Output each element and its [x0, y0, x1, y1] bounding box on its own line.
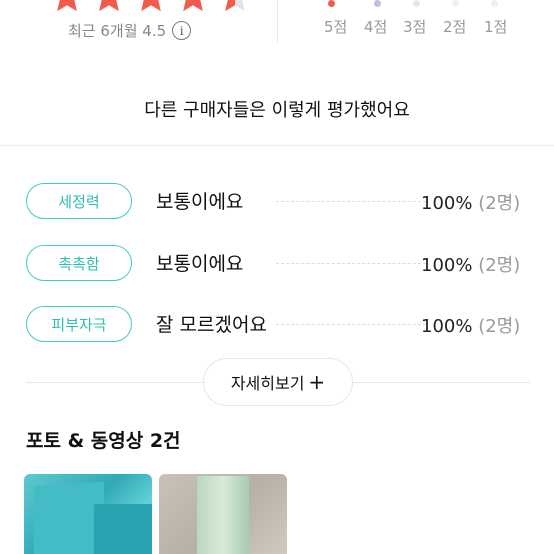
count: (2명): [478, 255, 521, 276]
count: (2명): [478, 193, 521, 214]
dot-3: [413, 0, 420, 7]
recent-rating-label: 최근 6개월 4.5: [68, 22, 167, 40]
dist-label-3: 3점: [403, 18, 427, 36]
dot-4: [374, 0, 381, 7]
percent-value: 100% (2명): [421, 312, 520, 338]
star-icon: [99, 0, 119, 12]
dist-label-2: 2점: [443, 18, 467, 36]
view-details-label: 자세히보기: [230, 374, 305, 393]
tag-moisture: 촉촉함: [26, 245, 132, 281]
section-divider: [0, 145, 554, 146]
view-details-button[interactable]: 자세히보기 +: [203, 358, 353, 406]
answer-text: 보통이에요: [156, 253, 244, 275]
percent-value: 100% (2명): [421, 189, 520, 215]
photo-section-title: 포토 & 동영상 2건: [26, 430, 181, 452]
answer-text: 잘 모르겠어요: [156, 314, 267, 336]
dashed-line: [276, 324, 426, 325]
photo-thumbnail[interactable]: [159, 474, 287, 554]
rating-distribution: 5점 4점 3점 2점 1점: [318, 0, 518, 42]
count: (2명): [478, 316, 521, 337]
recent-rating: 최근 6개월 4.5 i: [68, 20, 192, 41]
evaluation-row: 세정력 보통이에요 100% (2명): [26, 181, 530, 221]
answer-text: 보통이에요: [156, 191, 244, 213]
photo-thumbnail[interactable]: [24, 474, 152, 554]
star-icon: [183, 0, 203, 12]
star-icon: [57, 0, 77, 12]
percent: 100%: [421, 255, 473, 276]
percent: 100%: [421, 193, 473, 214]
dashed-line: [276, 263, 426, 264]
plus-icon: +: [308, 370, 326, 394]
percent: 100%: [421, 316, 473, 337]
tag-cleansing: 세정력: [26, 183, 132, 219]
dist-label-5: 5점: [324, 18, 348, 36]
evaluation-title: 다른 구매자들은 이렇게 평가했어요: [144, 100, 410, 121]
dot-5: [328, 0, 335, 7]
half-star-icon: [225, 0, 245, 12]
evaluation-row: 피부자극 잘 모르겠어요 100% (2명): [26, 304, 530, 344]
dashed-line: [276, 201, 426, 202]
dist-label-4: 4점: [364, 18, 388, 36]
tag-irritation: 피부자극: [26, 306, 132, 342]
dot-1: [491, 0, 498, 7]
product-tube: [197, 476, 249, 554]
star-icon: [141, 0, 161, 12]
dist-label-1: 1점: [484, 18, 508, 36]
evaluation-row: 촉촉함 보통이에요 100% (2명): [26, 243, 530, 283]
dot-2: [452, 0, 459, 7]
star-rating: [48, 0, 254, 16]
info-icon[interactable]: i: [172, 21, 192, 40]
summary-divider: [277, 0, 278, 42]
product-box: [94, 504, 152, 554]
percent-value: 100% (2명): [421, 251, 520, 277]
